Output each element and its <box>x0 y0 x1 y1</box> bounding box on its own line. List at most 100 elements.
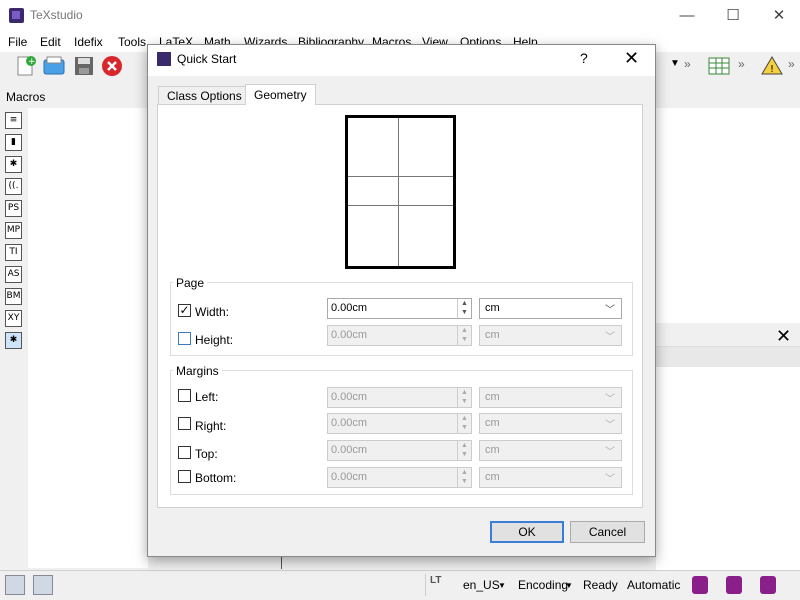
macro-button-bookmark[interactable]: ▮ <box>5 134 22 151</box>
left-margin-unit-select[interactable]: cm ﹀ <box>479 387 622 408</box>
macro-button-misc[interactable]: ✱ <box>5 332 22 349</box>
left-margin-unit-value: cm <box>485 391 500 403</box>
menu-tools[interactable]: Tools <box>118 35 146 49</box>
open-file-icon[interactable] <box>42 54 66 78</box>
editor-area[interactable] <box>28 108 148 568</box>
languagetool-icon[interactable]: LT <box>430 575 441 586</box>
maximize-button[interactable]: ☐ <box>710 4 756 28</box>
bottom-margin-unit-value: cm <box>485 471 500 483</box>
macro-button-star[interactable]: ✱ <box>5 156 22 173</box>
menu-file[interactable]: File <box>8 35 27 49</box>
warning-icon[interactable]: ! <box>760 54 784 78</box>
height-input[interactable]: 0.00cm ▲ ▼ <box>327 325 472 346</box>
toolbar-overflow-icon-2[interactable]: » <box>738 57 745 71</box>
top-margin-input[interactable]: 0.00cm ▲ ▼ <box>327 440 472 461</box>
macro-button-ps[interactable]: PS <box>5 200 22 217</box>
check-icon: ✓ <box>179 303 190 317</box>
chevron-down-icon: ▼ <box>565 581 573 590</box>
table-icon[interactable] <box>707 54 731 78</box>
page-group-title: Page <box>173 276 208 290</box>
close-file-icon[interactable] <box>100 54 124 78</box>
language-selector[interactable]: en_US <box>463 578 500 592</box>
left-margin-value: 0.00cm <box>331 391 368 403</box>
svg-text:+: + <box>28 57 36 67</box>
left-margin-input[interactable]: 0.00cm ▲ ▼ <box>327 387 472 408</box>
toggle-sidepanel-icon[interactable] <box>5 575 25 595</box>
width-unit-select[interactable]: cm ﹀ <box>479 298 622 319</box>
height-value: 0.00cm <box>331 329 368 341</box>
top-margin-label: Top: <box>195 447 218 461</box>
macro-button-mp[interactable]: MP <box>5 222 22 239</box>
right-margin-unit-value: cm <box>485 417 500 429</box>
macro-button-bm[interactable]: BM <box>5 288 22 305</box>
macro-button-paren[interactable]: ((. <box>5 178 22 195</box>
top-margin-unit-select[interactable]: cm ﹀ <box>479 440 622 461</box>
top-margin-checkbox[interactable] <box>178 446 191 459</box>
texstudio-logo-icon <box>9 8 24 23</box>
menu-edit[interactable]: Edit <box>40 35 61 49</box>
status-ready: Ready <box>583 578 618 592</box>
ok-button[interactable]: OK <box>490 521 564 543</box>
macro-button-list[interactable]: ≡ <box>5 112 22 129</box>
bottom-margin-label: Bottom: <box>195 471 237 485</box>
chevron-down-icon: ﹀ <box>605 394 615 405</box>
status-mode: Automatic <box>627 578 681 592</box>
macros-dock-title: Macros <box>6 90 46 104</box>
close-panel-icon[interactable]: ✕ <box>776 326 791 347</box>
dialog-close-button[interactable]: ✕ <box>624 48 639 69</box>
chevron-down-icon: ﹀ <box>605 474 615 485</box>
toggle-messages-icon[interactable] <box>33 575 53 595</box>
bottom-margin-checkbox[interactable] <box>178 470 191 483</box>
right-panel <box>656 108 800 323</box>
messages-panel-tabs <box>656 347 800 367</box>
width-value: 0.00cm <box>331 302 368 314</box>
width-unit-value: cm <box>485 302 500 314</box>
save-icon[interactable] <box>72 54 96 78</box>
height-label: Height: <box>195 333 234 347</box>
right-margin-input[interactable]: 0.00cm ▲ ▼ <box>327 413 472 434</box>
spin-arrows-icon: ▲ ▼ <box>457 441 471 460</box>
macro-button-ti[interactable]: TI <box>5 244 22 261</box>
chevron-down-icon: ﹀ <box>605 420 615 431</box>
compile-3-icon[interactable] <box>760 576 776 594</box>
spin-arrows-icon: ▲ ▼ <box>457 388 471 407</box>
dialog-title: Quick Start <box>177 52 237 66</box>
margins-group-title: Margins <box>173 364 222 378</box>
width-checkbox[interactable]: ✓ <box>178 304 191 317</box>
tab-geometry[interactable]: Geometry <box>245 84 316 105</box>
width-input[interactable]: 0.00cm ▲ ▼ <box>327 298 472 319</box>
spin-arrows-icon[interactable]: ▲ ▼ <box>457 299 471 318</box>
editor-cursor-line <box>281 557 282 569</box>
bottom-margin-input[interactable]: 0.00cm ▲ ▼ <box>327 467 472 488</box>
right-margin-checkbox[interactable] <box>178 417 191 430</box>
dropdown-arrow-icon[interactable]: ▼ <box>670 58 680 69</box>
compile-1-icon[interactable] <box>692 576 708 594</box>
height-unit-select[interactable]: cm ﹀ <box>479 325 622 346</box>
macro-button-as[interactable]: AS <box>5 266 22 283</box>
macro-button-xy[interactable]: XY <box>5 310 22 327</box>
toolbar-overflow-icon[interactable]: » <box>684 57 691 71</box>
minimize-button[interactable]: — <box>664 4 710 28</box>
height-checkbox[interactable] <box>178 332 191 345</box>
dialog-logo-icon <box>157 52 171 66</box>
left-margin-checkbox[interactable] <box>178 389 191 402</box>
bottom-margin-value: 0.00cm <box>331 471 368 483</box>
chevron-down-icon: ﹀ <box>605 447 615 458</box>
help-button[interactable]: ? <box>580 50 588 66</box>
chevron-down-icon: ﹀ <box>605 332 615 343</box>
toolbar-overflow-icon-3[interactable]: » <box>788 57 795 71</box>
spin-arrows-icon: ▲ ▼ <box>457 326 471 345</box>
compile-2-icon[interactable] <box>726 576 742 594</box>
encoding-selector[interactable]: Encoding <box>518 578 568 592</box>
menu-idefix[interactable]: Idefix <box>74 35 103 49</box>
right-margin-unit-select[interactable]: cm ﹀ <box>479 413 622 434</box>
close-window-button[interactable]: ✕ <box>756 4 800 28</box>
bottom-margin-unit-select[interactable]: cm ﹀ <box>479 467 622 488</box>
tab-class-options[interactable]: Class Options <box>158 86 251 105</box>
svg-text:!: ! <box>770 64 774 75</box>
new-file-icon[interactable]: + <box>14 54 38 78</box>
spin-arrows-icon: ▲ ▼ <box>457 414 471 433</box>
cancel-button[interactable]: Cancel <box>570 521 645 543</box>
preview-horizontal-line <box>348 205 453 206</box>
right-margin-value: 0.00cm <box>331 417 368 429</box>
